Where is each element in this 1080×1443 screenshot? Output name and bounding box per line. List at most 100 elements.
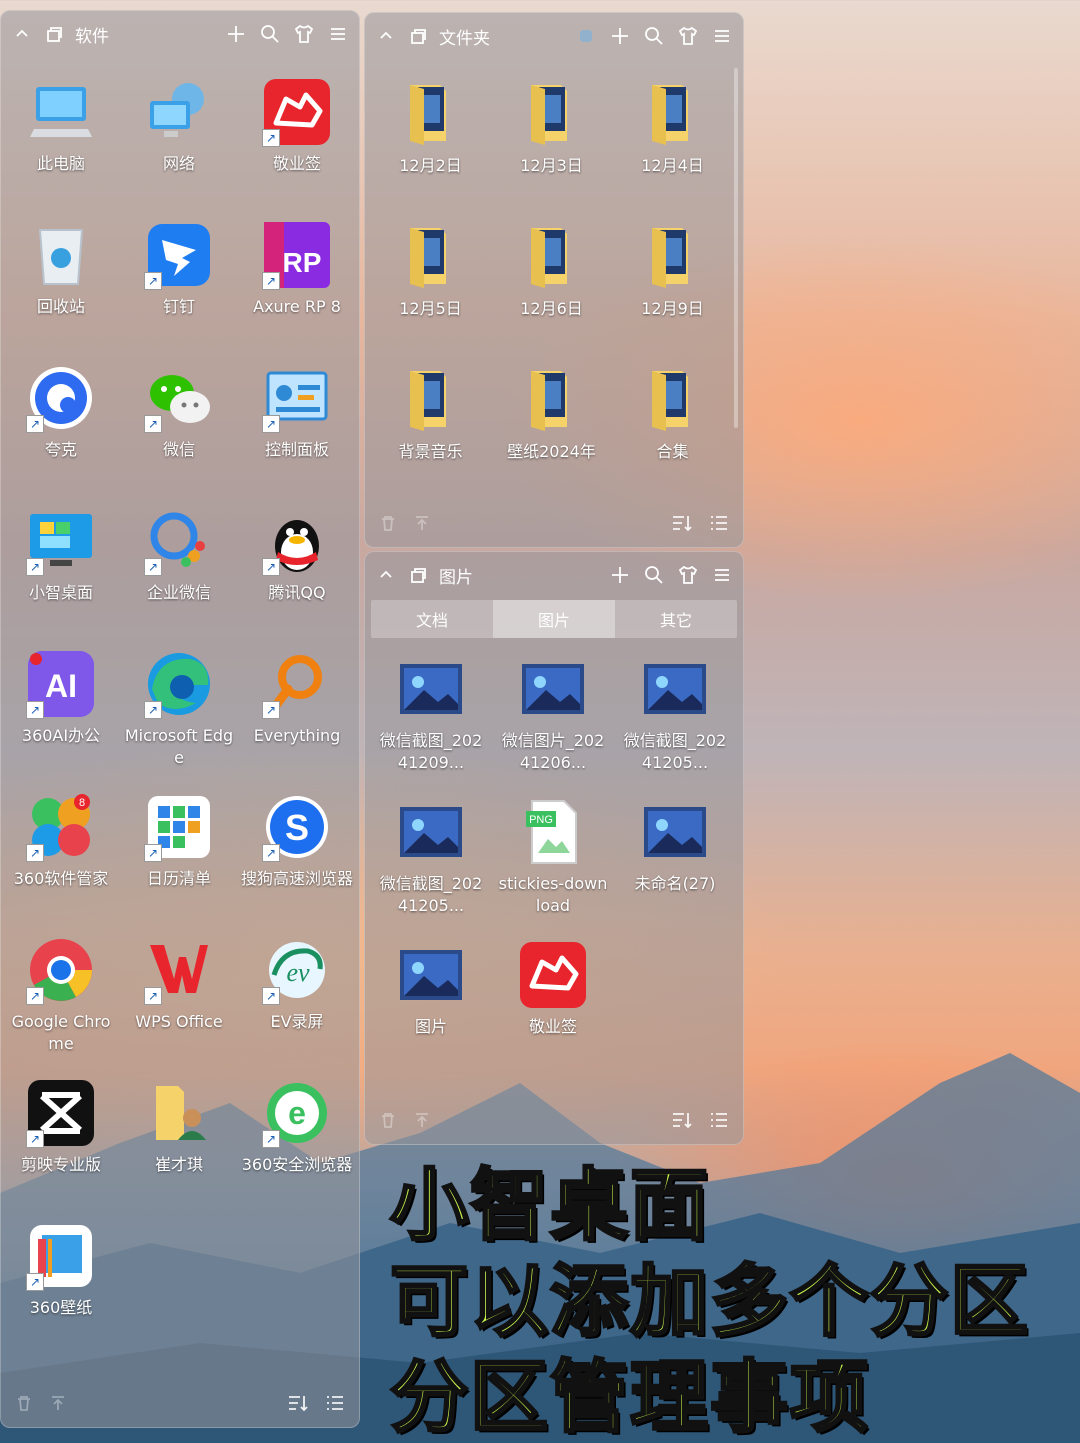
tab-documents[interactable]: 文档 xyxy=(371,600,493,638)
sogou-browser-icon: S ↗ xyxy=(262,792,332,862)
add-icon[interactable] xyxy=(609,25,631,47)
svg-text:PNG: PNG xyxy=(529,814,553,826)
skin-icon[interactable] xyxy=(677,564,699,586)
collapse-chevron-icon[interactable] xyxy=(375,25,397,47)
folder-icon xyxy=(517,79,587,149)
list-view-icon[interactable] xyxy=(325,1394,345,1416)
list-view-icon[interactable] xyxy=(709,1111,729,1133)
software-item[interactable]: 此电脑 xyxy=(2,73,120,216)
folders-item[interactable]: 合集 xyxy=(612,361,733,504)
trash-icon[interactable] xyxy=(379,1111,397,1133)
folders-item-label: 12月9日 xyxy=(641,299,704,318)
image-thumbnail-icon xyxy=(640,654,710,724)
search-icon[interactable] xyxy=(643,25,665,47)
software-item[interactable]: 8 ↗ 360软件管家 xyxy=(2,788,120,931)
software-item[interactable]: RP ↗ Axure RP 8 xyxy=(238,216,356,359)
folders-item-label: 12月4日 xyxy=(641,156,704,175)
collapse-chevron-icon[interactable] xyxy=(11,23,33,45)
folders-item[interactable]: 12月2日 xyxy=(370,75,491,218)
software-item[interactable]: ↗ 剪映专业版 xyxy=(2,1074,120,1217)
window-icon xyxy=(43,23,65,45)
software-item[interactable]: ↗ 日历清单 xyxy=(120,788,238,931)
software-item[interactable]: 网络 xyxy=(120,73,238,216)
software-item[interactable]: e ↗ 360安全浏览器 xyxy=(238,1074,356,1217)
pictures-item-label: 图片 xyxy=(414,1017,447,1036)
software-item[interactable]: 崔才琪 xyxy=(120,1074,238,1217)
folder-icon xyxy=(638,365,708,435)
software-item[interactable]: ↗ WPS Office xyxy=(120,931,238,1074)
software-item-label: 网络 xyxy=(162,154,195,173)
folders-item[interactable]: 12月9日 xyxy=(612,218,733,361)
menu-icon[interactable] xyxy=(327,23,349,45)
folder-scrollbar[interactable] xyxy=(734,68,738,428)
software-item[interactable]: ↗ 腾讯QQ xyxy=(238,502,356,645)
pictures-item[interactable]: 未命名(27) xyxy=(614,793,736,936)
svg-text:S: S xyxy=(285,807,309,848)
list-view-icon[interactable] xyxy=(709,514,729,536)
trash-icon[interactable] xyxy=(379,514,397,536)
folders-item[interactable]: 壁纸2024年 xyxy=(491,361,612,504)
software-item-label: 钉钉 xyxy=(162,297,195,316)
shortcut-arrow-icon: ↗ xyxy=(26,558,44,576)
pin-top-icon[interactable] xyxy=(413,514,431,536)
sort-icon[interactable] xyxy=(287,1394,309,1416)
sort-icon[interactable] xyxy=(671,1111,693,1133)
software-item[interactable]: AI ↗ 360AI办公 xyxy=(2,645,120,788)
search-icon[interactable] xyxy=(259,23,281,45)
pictures-item[interactable]: 微信截图_20241205... xyxy=(614,650,736,793)
software-item[interactable]: ↗ 控制面板 xyxy=(238,359,356,502)
software-item[interactable]: ↗ 钉钉 xyxy=(120,216,238,359)
tab-pictures[interactable]: 图片 xyxy=(493,600,615,638)
skin-icon[interactable] xyxy=(293,23,315,45)
folders-item[interactable]: 12月4日 xyxy=(612,75,733,218)
tab-other[interactable]: 其它 xyxy=(615,600,737,638)
folders-item[interactable]: 12月5日 xyxy=(370,218,491,361)
pictures-item[interactable]: 微信截图_20241209... xyxy=(370,650,492,793)
pin-top-icon[interactable] xyxy=(413,1111,431,1133)
collapse-chevron-icon[interactable] xyxy=(375,564,397,586)
sort-icon[interactable] xyxy=(671,514,693,536)
pictures-item[interactable]: 微信截图_20241205... xyxy=(370,793,492,936)
software-item-label: 此电脑 xyxy=(36,154,85,173)
software-item[interactable]: ↗ Everything xyxy=(238,645,356,788)
folders-item[interactable]: 12月3日 xyxy=(491,75,612,218)
menu-icon[interactable] xyxy=(711,25,733,47)
jingyeqian-icon xyxy=(518,940,588,1010)
software-item[interactable]: ↗ 敬业签 xyxy=(238,73,356,216)
trash-icon[interactable] xyxy=(15,1394,33,1416)
360-wallpaper-icon: ↗ xyxy=(26,1221,96,1291)
skin-icon[interactable] xyxy=(677,25,699,47)
folder-panel-footer xyxy=(365,503,743,547)
folders-item-label: 12月6日 xyxy=(520,299,583,318)
search-icon[interactable] xyxy=(643,564,665,586)
software-item[interactable]: ↗ Microsoft Edge xyxy=(120,645,238,788)
software-item[interactable]: ↗ 夸克 xyxy=(2,359,120,502)
software-item[interactable]: ↗ 360壁纸 xyxy=(2,1217,120,1360)
png-file-icon: PNG xyxy=(518,797,588,867)
menu-icon[interactable] xyxy=(711,564,733,586)
software-item[interactable]: 回收站 xyxy=(2,216,120,359)
folders-item[interactable]: 12月6日 xyxy=(491,218,612,361)
software-item[interactable]: ↗ 微信 xyxy=(120,359,238,502)
software-item[interactable]: S ↗ 搜狗高速浏览器 xyxy=(238,788,356,931)
pin-top-icon[interactable] xyxy=(49,1394,67,1416)
pictures-item[interactable]: PNG stickies-download xyxy=(492,793,614,936)
add-icon[interactable] xyxy=(225,23,247,45)
recycle-bin-icon xyxy=(26,220,96,290)
shortcut-arrow-icon: ↗ xyxy=(262,129,280,147)
software-item[interactable]: ↗ Google Chrome xyxy=(2,931,120,1074)
software-item[interactable]: ev ↗ EV录屏 xyxy=(238,931,356,1074)
folders-item-label: 背景音乐 xyxy=(398,442,463,461)
software-item-label: 搜狗高速浏览器 xyxy=(241,869,354,888)
add-icon[interactable] xyxy=(609,564,631,586)
pictures-item-label: 微信截图_20241205... xyxy=(623,731,727,772)
folders-item[interactable]: 背景音乐 xyxy=(370,361,491,504)
pictures-item[interactable]: 敬业签 xyxy=(492,936,614,1079)
software-item-label: 夸克 xyxy=(44,440,77,459)
shortcut-arrow-icon: ↗ xyxy=(262,558,280,576)
software-item[interactable]: ↗ 小智桌面 xyxy=(2,502,120,645)
pictures-item[interactable]: 图片 xyxy=(370,936,492,1079)
pictures-item[interactable]: 微信图片_20241206... xyxy=(492,650,614,793)
promo-caption: 小智桌面 可以添加多个分区 分区管理事项 xyxy=(389,1158,1070,1443)
software-item[interactable]: ↗ 企业微信 xyxy=(120,502,238,645)
